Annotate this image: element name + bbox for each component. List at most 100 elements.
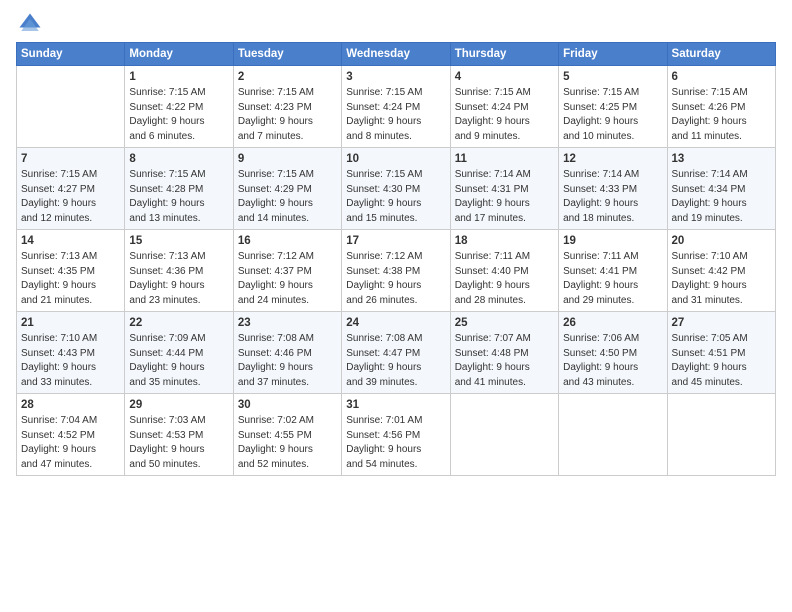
day-number: 21	[21, 315, 120, 331]
day-number: 20	[672, 233, 771, 249]
calendar-week-row: 14Sunrise: 7:13 AM Sunset: 4:35 PM Dayli…	[17, 230, 776, 312]
day-number: 29	[129, 397, 228, 413]
calendar-cell: 24Sunrise: 7:08 AM Sunset: 4:47 PM Dayli…	[342, 312, 450, 394]
day-number: 10	[346, 151, 445, 167]
calendar-week-row: 28Sunrise: 7:04 AM Sunset: 4:52 PM Dayli…	[17, 394, 776, 476]
day-info: Sunrise: 7:14 AM Sunset: 4:34 PM Dayligh…	[672, 168, 771, 226]
calendar-cell: 5Sunrise: 7:15 AM Sunset: 4:25 PM Daylig…	[559, 66, 667, 148]
calendar-cell: 3Sunrise: 7:15 AM Sunset: 4:24 PM Daylig…	[342, 66, 450, 148]
day-number: 6	[672, 69, 771, 85]
day-number: 28	[21, 397, 120, 413]
day-number: 11	[455, 151, 554, 167]
calendar-cell: 30Sunrise: 7:02 AM Sunset: 4:55 PM Dayli…	[233, 394, 341, 476]
day-number: 2	[238, 69, 337, 85]
calendar-cell: 19Sunrise: 7:11 AM Sunset: 4:41 PM Dayli…	[559, 230, 667, 312]
calendar-cell: 16Sunrise: 7:12 AM Sunset: 4:37 PM Dayli…	[233, 230, 341, 312]
calendar-header-row: SundayMondayTuesdayWednesdayThursdayFrid…	[17, 43, 776, 66]
calendar-cell: 15Sunrise: 7:13 AM Sunset: 4:36 PM Dayli…	[125, 230, 233, 312]
calendar-cell	[559, 394, 667, 476]
calendar-cell	[450, 394, 558, 476]
calendar-cell: 14Sunrise: 7:13 AM Sunset: 4:35 PM Dayli…	[17, 230, 125, 312]
day-number: 12	[563, 151, 662, 167]
calendar-cell: 8Sunrise: 7:15 AM Sunset: 4:28 PM Daylig…	[125, 148, 233, 230]
day-info: Sunrise: 7:15 AM Sunset: 4:27 PM Dayligh…	[21, 168, 120, 226]
day-number: 16	[238, 233, 337, 249]
calendar-cell: 20Sunrise: 7:10 AM Sunset: 4:42 PM Dayli…	[667, 230, 775, 312]
day-info: Sunrise: 7:10 AM Sunset: 4:43 PM Dayligh…	[21, 332, 120, 390]
day-number: 24	[346, 315, 445, 331]
calendar-table: SundayMondayTuesdayWednesdayThursdayFrid…	[16, 42, 776, 476]
calendar-cell: 26Sunrise: 7:06 AM Sunset: 4:50 PM Dayli…	[559, 312, 667, 394]
day-number: 7	[21, 151, 120, 167]
day-number: 26	[563, 315, 662, 331]
calendar-cell: 1Sunrise: 7:15 AM Sunset: 4:22 PM Daylig…	[125, 66, 233, 148]
day-number: 31	[346, 397, 445, 413]
day-number: 3	[346, 69, 445, 85]
logo-icon	[16, 10, 44, 38]
day-info: Sunrise: 7:13 AM Sunset: 4:36 PM Dayligh…	[129, 250, 228, 308]
day-info: Sunrise: 7:08 AM Sunset: 4:46 PM Dayligh…	[238, 332, 337, 390]
day-info: Sunrise: 7:08 AM Sunset: 4:47 PM Dayligh…	[346, 332, 445, 390]
calendar-cell: 25Sunrise: 7:07 AM Sunset: 4:48 PM Dayli…	[450, 312, 558, 394]
day-number: 19	[563, 233, 662, 249]
calendar-cell: 9Sunrise: 7:15 AM Sunset: 4:29 PM Daylig…	[233, 148, 341, 230]
calendar-cell: 10Sunrise: 7:15 AM Sunset: 4:30 PM Dayli…	[342, 148, 450, 230]
day-info: Sunrise: 7:03 AM Sunset: 4:53 PM Dayligh…	[129, 414, 228, 472]
calendar-cell: 23Sunrise: 7:08 AM Sunset: 4:46 PM Dayli…	[233, 312, 341, 394]
day-info: Sunrise: 7:15 AM Sunset: 4:26 PM Dayligh…	[672, 86, 771, 144]
day-info: Sunrise: 7:15 AM Sunset: 4:25 PM Dayligh…	[563, 86, 662, 144]
header-day-monday: Monday	[125, 43, 233, 66]
day-info: Sunrise: 7:15 AM Sunset: 4:24 PM Dayligh…	[346, 86, 445, 144]
calendar-week-row: 21Sunrise: 7:10 AM Sunset: 4:43 PM Dayli…	[17, 312, 776, 394]
day-info: Sunrise: 7:02 AM Sunset: 4:55 PM Dayligh…	[238, 414, 337, 472]
calendar-cell: 29Sunrise: 7:03 AM Sunset: 4:53 PM Dayli…	[125, 394, 233, 476]
day-info: Sunrise: 7:15 AM Sunset: 4:29 PM Dayligh…	[238, 168, 337, 226]
calendar-cell	[17, 66, 125, 148]
calendar-cell: 6Sunrise: 7:15 AM Sunset: 4:26 PM Daylig…	[667, 66, 775, 148]
day-number: 9	[238, 151, 337, 167]
calendar-cell: 13Sunrise: 7:14 AM Sunset: 4:34 PM Dayli…	[667, 148, 775, 230]
day-number: 18	[455, 233, 554, 249]
header-day-friday: Friday	[559, 43, 667, 66]
day-number: 14	[21, 233, 120, 249]
header-day-wednesday: Wednesday	[342, 43, 450, 66]
day-info: Sunrise: 7:04 AM Sunset: 4:52 PM Dayligh…	[21, 414, 120, 472]
calendar-week-row: 1Sunrise: 7:15 AM Sunset: 4:22 PM Daylig…	[17, 66, 776, 148]
header-day-sunday: Sunday	[17, 43, 125, 66]
calendar-cell: 27Sunrise: 7:05 AM Sunset: 4:51 PM Dayli…	[667, 312, 775, 394]
calendar-cell: 21Sunrise: 7:10 AM Sunset: 4:43 PM Dayli…	[17, 312, 125, 394]
day-info: Sunrise: 7:07 AM Sunset: 4:48 PM Dayligh…	[455, 332, 554, 390]
day-number: 25	[455, 315, 554, 331]
day-info: Sunrise: 7:11 AM Sunset: 4:41 PM Dayligh…	[563, 250, 662, 308]
day-info: Sunrise: 7:11 AM Sunset: 4:40 PM Dayligh…	[455, 250, 554, 308]
day-number: 17	[346, 233, 445, 249]
day-number: 27	[672, 315, 771, 331]
header	[16, 10, 776, 38]
day-info: Sunrise: 7:14 AM Sunset: 4:33 PM Dayligh…	[563, 168, 662, 226]
header-day-saturday: Saturday	[667, 43, 775, 66]
day-info: Sunrise: 7:12 AM Sunset: 4:37 PM Dayligh…	[238, 250, 337, 308]
calendar-cell: 28Sunrise: 7:04 AM Sunset: 4:52 PM Dayli…	[17, 394, 125, 476]
calendar-week-row: 7Sunrise: 7:15 AM Sunset: 4:27 PM Daylig…	[17, 148, 776, 230]
calendar-cell: 17Sunrise: 7:12 AM Sunset: 4:38 PM Dayli…	[342, 230, 450, 312]
day-info: Sunrise: 7:15 AM Sunset: 4:22 PM Dayligh…	[129, 86, 228, 144]
calendar-cell: 18Sunrise: 7:11 AM Sunset: 4:40 PM Dayli…	[450, 230, 558, 312]
day-info: Sunrise: 7:05 AM Sunset: 4:51 PM Dayligh…	[672, 332, 771, 390]
calendar-cell	[667, 394, 775, 476]
day-info: Sunrise: 7:09 AM Sunset: 4:44 PM Dayligh…	[129, 332, 228, 390]
day-number: 5	[563, 69, 662, 85]
day-info: Sunrise: 7:15 AM Sunset: 4:28 PM Dayligh…	[129, 168, 228, 226]
logo	[16, 10, 48, 38]
day-info: Sunrise: 7:15 AM Sunset: 4:23 PM Dayligh…	[238, 86, 337, 144]
day-number: 23	[238, 315, 337, 331]
day-number: 4	[455, 69, 554, 85]
calendar-cell: 12Sunrise: 7:14 AM Sunset: 4:33 PM Dayli…	[559, 148, 667, 230]
day-info: Sunrise: 7:10 AM Sunset: 4:42 PM Dayligh…	[672, 250, 771, 308]
calendar-cell: 22Sunrise: 7:09 AM Sunset: 4:44 PM Dayli…	[125, 312, 233, 394]
day-number: 15	[129, 233, 228, 249]
calendar-cell: 31Sunrise: 7:01 AM Sunset: 4:56 PM Dayli…	[342, 394, 450, 476]
day-info: Sunrise: 7:01 AM Sunset: 4:56 PM Dayligh…	[346, 414, 445, 472]
day-info: Sunrise: 7:14 AM Sunset: 4:31 PM Dayligh…	[455, 168, 554, 226]
day-number: 13	[672, 151, 771, 167]
day-info: Sunrise: 7:13 AM Sunset: 4:35 PM Dayligh…	[21, 250, 120, 308]
